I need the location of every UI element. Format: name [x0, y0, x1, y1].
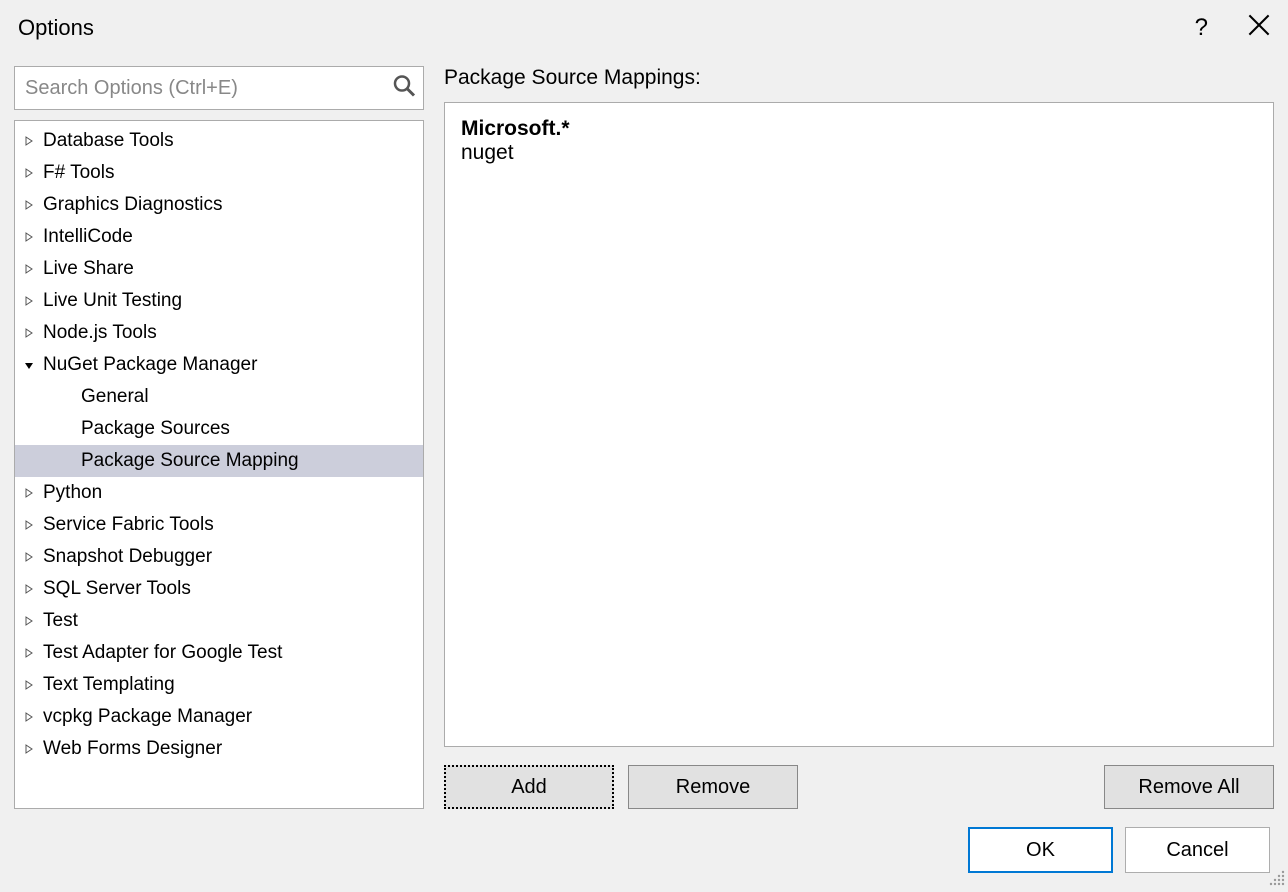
mapping-pattern: Microsoft.*: [461, 117, 1257, 141]
mapping-source: nuget: [461, 141, 1257, 165]
chevron-right-icon[interactable]: [21, 264, 37, 274]
chevron-right-icon[interactable]: [21, 552, 37, 562]
tree-item-label: Text Templating: [43, 674, 175, 696]
tree-item[interactable]: Database Tools: [15, 125, 423, 157]
help-button[interactable]: ?: [1195, 14, 1208, 42]
tree-item[interactable]: Node.js Tools: [15, 317, 423, 349]
right-panel: Package Source Mappings: Microsoft.* nug…: [444, 66, 1274, 809]
titlebar: Options ?: [0, 0, 1288, 56]
tree-item-label: Database Tools: [43, 130, 174, 152]
button-spacer: [812, 765, 1090, 809]
dialog-footer: OK Cancel: [968, 827, 1270, 873]
tree-item[interactable]: vcpkg Package Manager: [15, 701, 423, 733]
tree-item[interactable]: NuGet Package Manager: [15, 349, 423, 381]
tree-item-label: Package Sources: [81, 418, 230, 440]
remove-all-button[interactable]: Remove All: [1104, 765, 1274, 809]
chevron-right-icon[interactable]: [21, 488, 37, 498]
left-panel: Database Tools F# Tools Graphics Diagnosti…: [14, 66, 424, 809]
tree-item-label: IntelliCode: [43, 226, 133, 248]
chevron-right-icon[interactable]: [21, 584, 37, 594]
tree-item[interactable]: Package Sources: [15, 413, 423, 445]
ok-button[interactable]: OK: [968, 827, 1113, 873]
chevron-right-icon[interactable]: [21, 680, 37, 690]
chevron-right-icon[interactable]: [21, 296, 37, 306]
tree-item[interactable]: F# Tools: [15, 157, 423, 189]
chevron-right-icon[interactable]: [21, 648, 37, 658]
chevron-right-icon[interactable]: [21, 616, 37, 626]
tree-item[interactable]: Live Unit Testing: [15, 285, 423, 317]
tree-item[interactable]: Package Source Mapping: [15, 445, 423, 477]
tree-item[interactable]: Snapshot Debugger: [15, 541, 423, 573]
tree-item[interactable]: Text Templating: [15, 669, 423, 701]
chevron-down-icon[interactable]: [21, 360, 37, 370]
add-button[interactable]: Add: [444, 765, 614, 809]
tree-item-label: Web Forms Designer: [43, 738, 222, 760]
tree-item-label: NuGet Package Manager: [43, 354, 257, 376]
content-area: Database Tools F# Tools Graphics Diagnosti…: [0, 56, 1288, 809]
resize-grip[interactable]: [1268, 869, 1286, 887]
tree-item-label: Live Unit Testing: [43, 290, 182, 312]
tree-item-label: Live Share: [43, 258, 134, 280]
chevron-right-icon[interactable]: [21, 136, 37, 146]
tree-item[interactable]: SQL Server Tools: [15, 573, 423, 605]
titlebar-controls: ?: [1195, 14, 1270, 42]
options-tree[interactable]: Database Tools F# Tools Graphics Diagnosti…: [15, 121, 423, 808]
search-box: [14, 66, 424, 110]
chevron-right-icon[interactable]: [21, 200, 37, 210]
tree-item[interactable]: General: [15, 381, 423, 413]
chevron-right-icon[interactable]: [21, 328, 37, 338]
tree-item-label: Snapshot Debugger: [43, 546, 212, 568]
tree-item-label: SQL Server Tools: [43, 578, 191, 600]
chevron-right-icon[interactable]: [21, 232, 37, 242]
tree-item[interactable]: Service Fabric Tools: [15, 509, 423, 541]
close-button[interactable]: [1248, 14, 1270, 42]
tree-item-label: Python: [43, 482, 102, 504]
options-tree-container: Database Tools F# Tools Graphics Diagnosti…: [14, 120, 424, 809]
mappings-heading: Package Source Mappings:: [444, 66, 1274, 90]
mappings-list[interactable]: Microsoft.* nuget: [444, 102, 1274, 747]
window-title: Options: [18, 15, 94, 41]
chevron-right-icon[interactable]: [21, 168, 37, 178]
tree-item[interactable]: Live Share: [15, 253, 423, 285]
remove-button[interactable]: Remove: [628, 765, 798, 809]
chevron-right-icon[interactable]: [21, 744, 37, 754]
mapping-entry[interactable]: Microsoft.* nuget: [461, 117, 1257, 165]
tree-item-label: vcpkg Package Manager: [43, 706, 252, 728]
tree-item[interactable]: IntelliCode: [15, 221, 423, 253]
tree-item-label: Graphics Diagnostics: [43, 194, 223, 216]
tree-item[interactable]: Test: [15, 605, 423, 637]
action-buttons: Add Remove Remove All: [444, 765, 1274, 809]
tree-item-label: F# Tools: [43, 162, 114, 184]
close-icon: [1248, 19, 1270, 41]
tree-item-label: Package Source Mapping: [81, 450, 299, 472]
tree-item-label: Test Adapter for Google Test: [43, 642, 282, 664]
tree-item-label: Test: [43, 610, 78, 632]
tree-item-label: Node.js Tools: [43, 322, 157, 344]
chevron-right-icon[interactable]: [21, 520, 37, 530]
tree-item[interactable]: Graphics Diagnostics: [15, 189, 423, 221]
tree-item-label: Service Fabric Tools: [43, 514, 214, 536]
tree-item-label: General: [81, 386, 149, 408]
tree-item[interactable]: Python: [15, 477, 423, 509]
chevron-right-icon[interactable]: [21, 712, 37, 722]
search-input[interactable]: [14, 66, 424, 110]
cancel-button[interactable]: Cancel: [1125, 827, 1270, 873]
tree-item[interactable]: Web Forms Designer: [15, 733, 423, 765]
tree-item[interactable]: Test Adapter for Google Test: [15, 637, 423, 669]
